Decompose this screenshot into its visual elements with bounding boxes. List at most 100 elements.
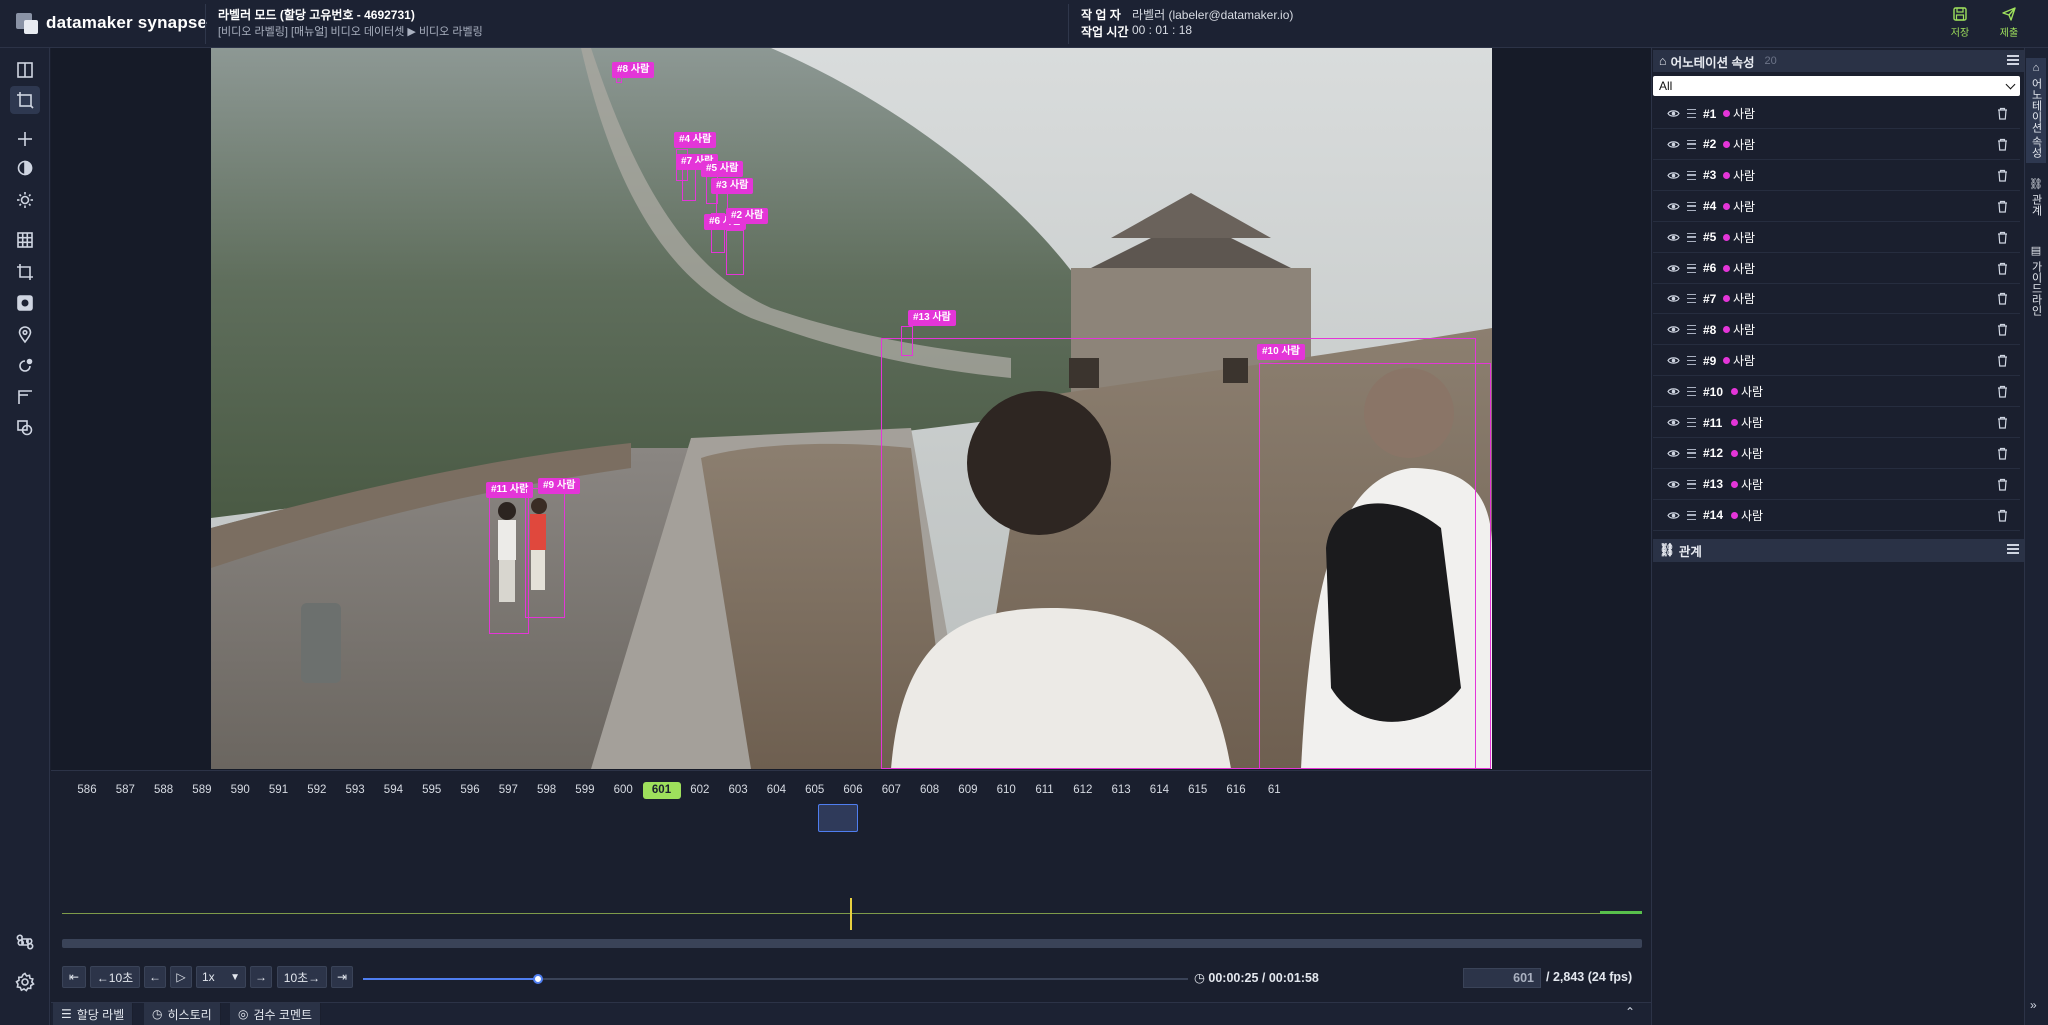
vtab-annotation-attributes[interactable]: ⌂ 어노테이션 속성 (2026, 58, 2046, 163)
eye-icon[interactable] (1667, 510, 1680, 524)
frame-number[interactable]: 615 (1178, 784, 1218, 796)
eye-icon[interactable] (1667, 324, 1680, 338)
drag-handle-icon[interactable] (1687, 201, 1696, 211)
trash-icon[interactable] (1997, 354, 2008, 370)
trash-icon[interactable] (1997, 292, 2008, 308)
drag-handle-icon[interactable] (1687, 294, 1696, 304)
next-frame-button[interactable]: → (250, 966, 272, 988)
seek-handle[interactable] (532, 974, 543, 984)
speed-select[interactable]: 1x ▼ (196, 966, 246, 988)
eye-icon[interactable] (1667, 417, 1680, 431)
bbox-tag[interactable]: #9 사람 (538, 478, 581, 494)
trash-icon[interactable] (1997, 138, 2008, 154)
drag-handle-icon[interactable] (1687, 325, 1696, 335)
eye-icon[interactable] (1667, 448, 1680, 462)
trash-icon[interactable] (1997, 447, 2008, 463)
frame-number[interactable]: 596 (450, 784, 490, 796)
frame-number[interactable]: 587 (105, 784, 145, 796)
panel-menu-icon[interactable] (2007, 544, 2019, 554)
frame-number[interactable]: 608 (910, 784, 950, 796)
annotation-row[interactable]: #13 사람 (1653, 470, 2020, 500)
annotation-row[interactable]: #5 사람 (1653, 223, 2020, 253)
submit-button[interactable]: 제출 (1989, 4, 2029, 44)
frame-number[interactable]: 600 (603, 784, 643, 796)
frame-number[interactable]: 614 (1139, 784, 1179, 796)
prev-frame-button[interactable]: ← (144, 966, 166, 988)
settings-button[interactable] (10, 968, 40, 996)
bbox-tool[interactable] (10, 86, 40, 114)
bbox-annotation[interactable] (525, 488, 565, 618)
trash-icon[interactable] (1997, 262, 2008, 278)
frame-number[interactable]: 591 (259, 784, 299, 796)
frame-number[interactable]: 606 (833, 784, 873, 796)
ruler-tool[interactable] (10, 383, 40, 411)
bbox-annotation[interactable] (1259, 363, 1491, 769)
annotation-row[interactable]: #7 사람 (1653, 284, 2020, 315)
drag-handle-icon[interactable] (1687, 479, 1696, 489)
tab-assigned-labels[interactable]: ☰ 할당 라벨 (53, 1003, 134, 1025)
copy-tool[interactable] (10, 414, 40, 442)
frame-number[interactable]: 610 (986, 784, 1026, 796)
grid-tool[interactable] (10, 226, 40, 254)
trash-icon[interactable] (1997, 107, 2008, 123)
bbox-annotation[interactable] (489, 488, 529, 634)
timeline-scrollbar[interactable] (62, 939, 1642, 948)
shortcut-button[interactable] (10, 928, 40, 956)
eye-icon[interactable] (1667, 201, 1680, 215)
bbox-tag[interactable]: #13 사람 (908, 310, 956, 326)
annotation-filter-select[interactable]: All (1653, 76, 2020, 96)
frame-number[interactable]: 607 (871, 784, 911, 796)
collapse-right-icon[interactable]: » (2030, 998, 2037, 1012)
eye-icon[interactable] (1667, 108, 1680, 122)
drag-handle-icon[interactable] (1687, 448, 1696, 458)
tab-review-comments[interactable]: ◎ 검수 코멘트 (230, 1003, 322, 1025)
frame-number-input[interactable]: 601 (1463, 968, 1541, 988)
pin-tool[interactable] (10, 321, 40, 349)
trash-icon[interactable] (1997, 231, 2008, 247)
bbox-tag[interactable]: #3 사람 (711, 178, 754, 194)
frame-number[interactable]: 616 (1216, 784, 1256, 796)
frame-number[interactable]: 602 (680, 784, 720, 796)
frame-number[interactable]: 604 (756, 784, 796, 796)
annotation-row[interactable]: #10 사람 (1653, 377, 2020, 408)
drag-handle-icon[interactable] (1687, 418, 1696, 427)
frame-number[interactable]: 611 (1025, 784, 1065, 796)
trash-icon[interactable] (1997, 385, 2008, 401)
drag-handle-icon[interactable] (1687, 109, 1696, 118)
eye-icon[interactable] (1667, 355, 1680, 369)
eye-icon[interactable] (1667, 293, 1680, 307)
vtab-relations[interactable]: ⛓ 관계 (2026, 172, 2046, 224)
collapse-up-icon[interactable]: ⌃ (1625, 1005, 1635, 1019)
frame-number[interactable]: 613 (1101, 784, 1141, 796)
annotation-row[interactable]: #3 사람 (1653, 161, 2020, 191)
crosshair-tool[interactable] (10, 125, 40, 153)
drag-handle-icon[interactable] (1687, 387, 1696, 397)
playhead-marker[interactable] (850, 898, 852, 930)
tab-history[interactable]: ◷ 히스토리 (144, 1003, 221, 1025)
bbox-tag[interactable]: #2 사람 (726, 208, 769, 224)
annotation-row[interactable]: #2 사람 (1653, 130, 2020, 160)
crop-tool[interactable] (10, 258, 40, 286)
current-frame-number[interactable]: 601 (642, 782, 681, 799)
annotation-row[interactable]: #12 사람 (1653, 439, 2020, 469)
frame-number[interactable]: 612 (1063, 784, 1103, 796)
frame-number[interactable]: 588 (144, 784, 184, 796)
vtab-guideline[interactable]: ▤ 가이드라인 (2026, 240, 2046, 320)
frame-number[interactable]: 609 (948, 784, 988, 796)
rotate-tool[interactable] (10, 352, 40, 380)
bbox-tag[interactable]: #8 사람 (612, 62, 655, 78)
trash-icon[interactable] (1997, 323, 2008, 339)
save-button[interactable]: 저장 (1940, 4, 1980, 44)
annotation-row[interactable]: #6 사람 (1653, 254, 2020, 284)
frame-number[interactable]: 605 (795, 784, 835, 796)
drag-handle-icon[interactable] (1687, 170, 1696, 180)
annotation-row[interactable]: #14 사람 (1653, 501, 2020, 531)
eye-icon[interactable] (1667, 139, 1680, 153)
bbox-tag[interactable]: #5 사람 (701, 161, 744, 177)
trash-icon[interactable] (1997, 416, 2008, 432)
frame-number[interactable]: 594 (373, 784, 413, 796)
drag-handle-icon[interactable] (1687, 356, 1696, 366)
eye-icon[interactable] (1667, 263, 1680, 277)
eye-icon[interactable] (1667, 479, 1680, 493)
frame-number[interactable]: 589 (182, 784, 222, 796)
